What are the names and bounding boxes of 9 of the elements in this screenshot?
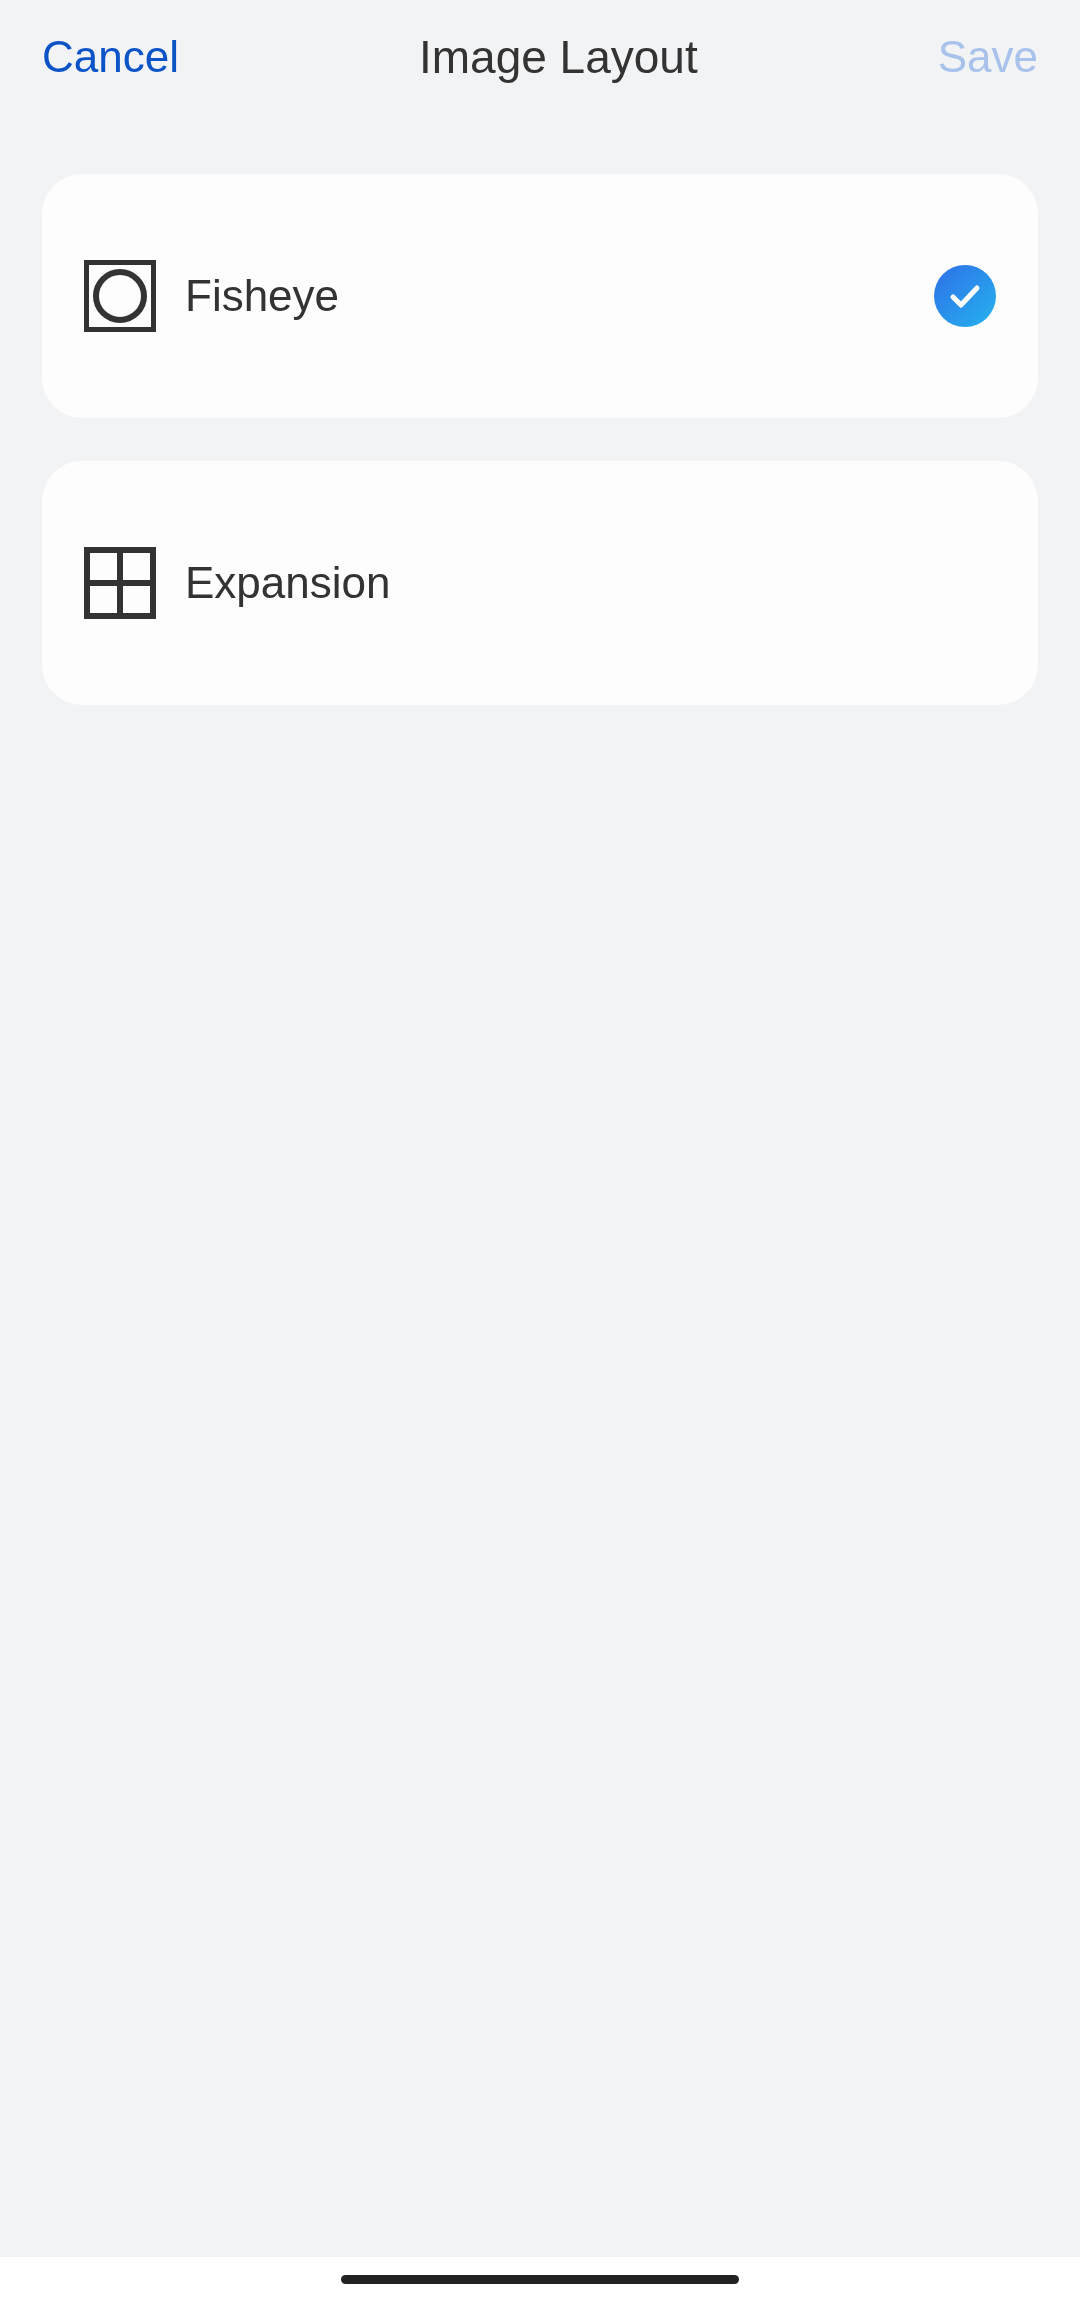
layout-option[interactable]: Expansion: [42, 461, 1038, 705]
option-label: Expansion: [185, 557, 392, 609]
option-label: Fisheye: [185, 270, 341, 322]
cancel-button[interactable]: Cancel: [42, 24, 179, 90]
circle-in-square-icon: [84, 260, 156, 332]
screen-title: Image Layout: [418, 29, 698, 85]
layout-option[interactable]: Fisheye: [42, 174, 1038, 418]
grid-icon: [84, 547, 156, 619]
checkmark-icon: [934, 265, 996, 327]
